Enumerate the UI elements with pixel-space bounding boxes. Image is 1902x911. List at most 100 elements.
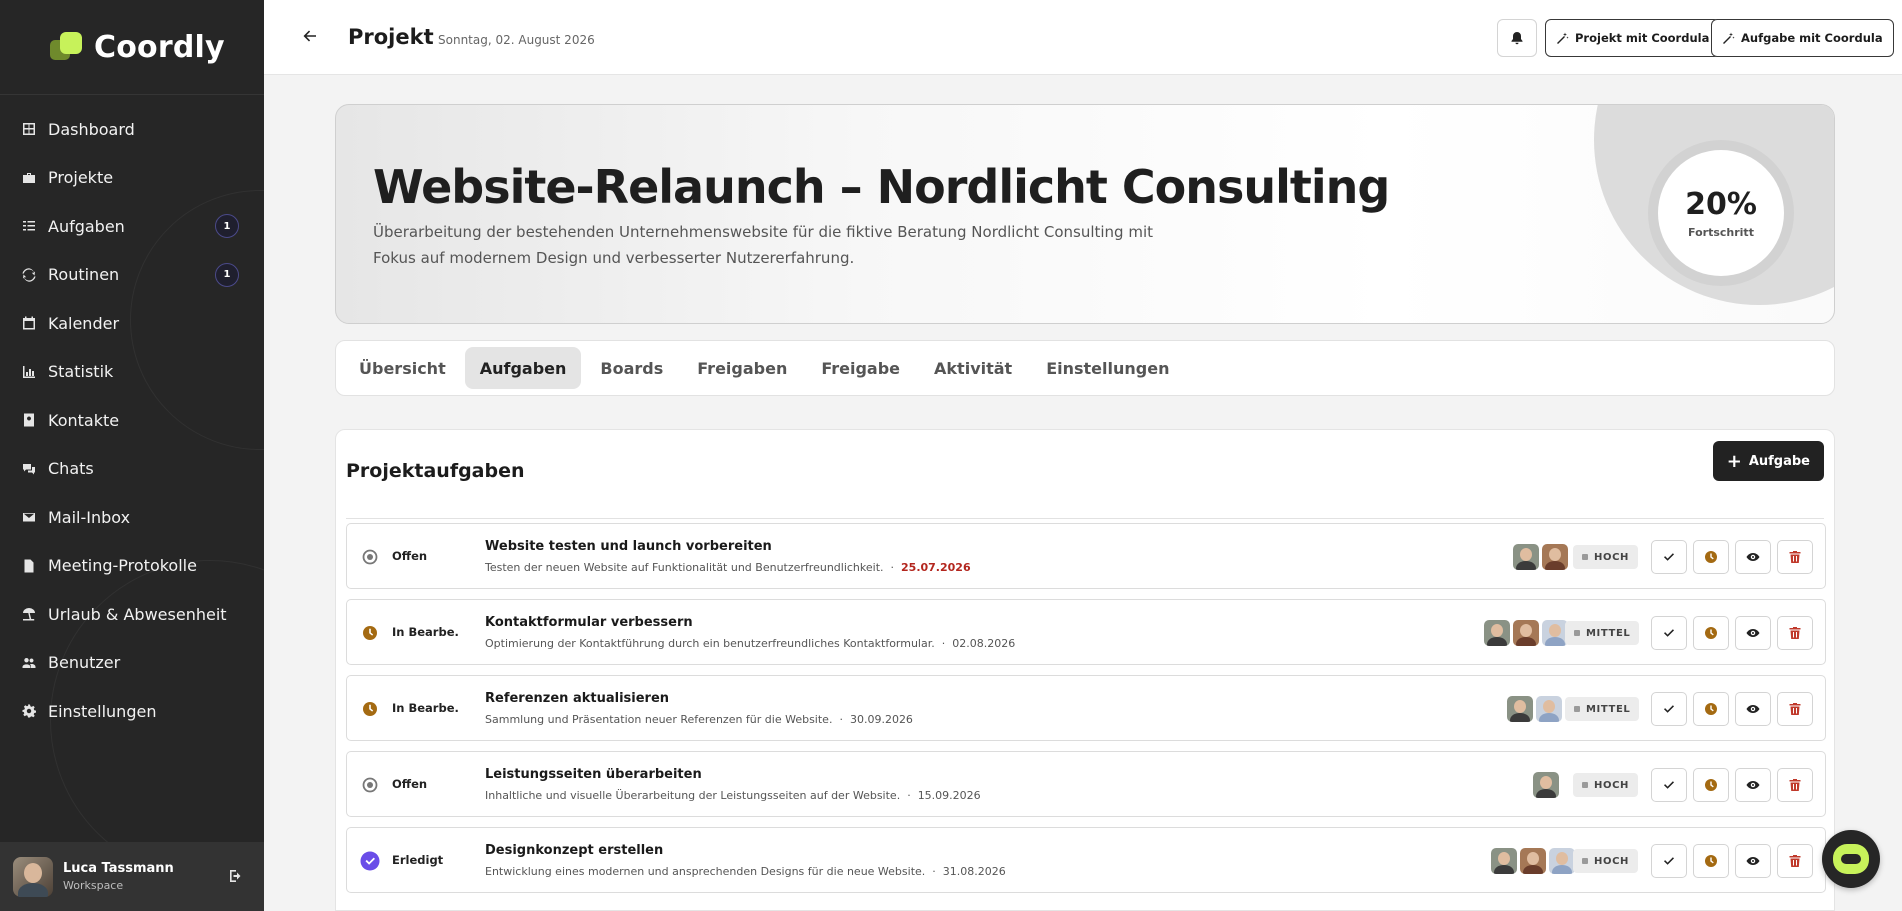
complete-task-button[interactable] [1651,616,1687,650]
sidebar-item-routinen[interactable]: Routinen 1 [0,251,264,300]
plus-icon: + [1726,450,1742,472]
eye-icon [1746,629,1760,637]
bell-icon [1511,32,1523,45]
assignee-avatars [1530,772,1559,798]
trash-icon [1789,627,1801,639]
task-status[interactable]: Offen [392,777,460,791]
task-title[interactable]: Kontaktformular verbessern [485,615,693,630]
task-row[interactable]: Erledigt Designkonzept erstellen Entwick… [346,827,1826,893]
task-description: Entwicklung eines modernen und anspreche… [485,865,1006,878]
tab-aufgaben[interactable]: Aufgaben [464,347,582,389]
in-progress-task-button[interactable] [1693,692,1729,726]
sidebar-item-einstellungen[interactable]: Einstellungen [0,687,264,736]
complete-task-button[interactable] [1651,540,1687,574]
delete-task-button[interactable] [1777,692,1813,726]
tab-uebersicht[interactable]: Übersicht [344,347,461,389]
grid-icon [22,122,36,136]
notifications-button[interactable] [1497,19,1537,57]
magic-wand-icon [1557,32,1569,44]
project-hero: Website-Relaunch – Nordlicht Consulting … [335,104,1835,324]
status-open-icon [362,549,378,565]
in-progress-task-button[interactable] [1693,844,1729,878]
users-icon [22,656,36,670]
view-task-button[interactable] [1735,692,1771,726]
task-row[interactable]: Offen Website testen und launch vorberei… [346,523,1826,589]
task-row[interactable]: In Bearbe... Referenzen aktualisieren Sa… [346,675,1826,741]
sidebar-item-kontakte[interactable]: Kontakte [0,396,264,445]
back-arrow-icon[interactable] [300,26,320,46]
check-icon [1664,781,1674,789]
user-workspace: Workspace [63,879,124,892]
sidebar-item-urlaub[interactable]: Urlaub & Abwesenheit [0,590,264,639]
complete-task-button[interactable] [1651,768,1687,802]
in-progress-task-button[interactable] [1693,768,1729,802]
divider [346,518,1824,519]
delete-task-button[interactable] [1777,616,1813,650]
priority-badge: MITTEL [1565,621,1640,645]
task-status[interactable]: Offen [392,549,460,563]
view-task-button[interactable] [1735,616,1771,650]
task-status[interactable]: In Bearbe... [392,625,460,639]
logout-icon[interactable] [228,868,244,884]
eye-icon [1746,553,1760,561]
sidebar-item-meeting-protokolle[interactable]: Meeting-Protokolle [0,542,264,591]
avatar [1513,620,1539,646]
chat-bubbles-icon [22,462,36,476]
task-title[interactable]: Leistungsseiten überarbeiten [485,767,702,782]
in-progress-task-button[interactable] [1693,616,1729,650]
task-title[interactable]: Referenzen aktualisieren [485,691,669,706]
delete-task-button[interactable] [1777,540,1813,574]
tab-aktivitaet[interactable]: Aktivität [919,347,1027,389]
avatar [1533,772,1559,798]
task-status[interactable]: Erledigt [392,853,460,867]
tab-freigaben[interactable]: Freigaben [682,347,802,389]
status-in-progress-icon [363,626,377,640]
sidebar-item-aufgaben[interactable]: Aufgaben 1 [0,202,264,251]
task-row[interactable]: In Bearbe... Kontaktformular verbessern … [346,599,1826,665]
task-title[interactable]: Website testen und launch vorbereiten [485,539,772,554]
clock-icon [1705,855,1717,867]
sidebar-item-dashboard[interactable]: Dashboard [0,105,264,154]
tab-boards[interactable]: Boards [585,347,678,389]
project-with-coordula-button[interactable]: Projekt mit Coordula [1545,19,1721,57]
sidebar-item-chats[interactable]: Chats [0,445,264,494]
task-description: Inhaltliche und visuelle Überarbeitung d… [485,789,981,802]
tab-freigabe[interactable]: Freigabe [806,347,915,389]
chart-icon [22,365,36,379]
tab-einstellungen[interactable]: Einstellungen [1031,347,1184,389]
priority-badge: HOCH [1573,773,1638,797]
list-check-icon [22,219,36,233]
task-status[interactable]: In Bearbe... [392,701,460,715]
task-row[interactable]: Offen Leistungsseiten überarbeiten Inhal… [346,751,1826,817]
status-open-icon [362,777,378,793]
task-due-date-overdue: 25.07.2026 [901,561,971,574]
delete-task-button[interactable] [1777,768,1813,802]
document-icon [22,559,36,573]
sidebar-item-projekte[interactable]: Projekte [0,154,264,203]
sidebar-item-statistik[interactable]: Statistik [0,348,264,397]
button-label: Aufgabe mit Coordula [1741,31,1883,45]
task-with-coordula-button[interactable]: Aufgabe mit Coordula [1711,19,1894,57]
add-task-button[interactable]: + Aufgabe [1712,441,1824,481]
delete-task-button[interactable] [1777,844,1813,878]
sidebar: Coordly Dashboard Projekte Aufgaben 1 Ro… [0,0,264,911]
sidebar-item-kalender[interactable]: Kalender [0,299,264,348]
complete-task-button[interactable] [1651,844,1687,878]
chat-assistant-button[interactable] [1822,830,1880,888]
app-logo[interactable]: Coordly [0,0,264,95]
sidebar-item-mail-inbox[interactable]: Mail-Inbox [0,493,264,542]
view-task-button[interactable] [1735,844,1771,878]
sidebar-item-label: Urlaub & Abwesenheit [48,604,227,624]
view-task-button[interactable] [1735,768,1771,802]
task-title[interactable]: Designkonzept erstellen [485,843,663,858]
priority-badge: MITTEL [1565,697,1640,721]
eye-icon [1746,781,1760,789]
sidebar-item-benutzer[interactable]: Benutzer [0,639,264,688]
project-description: Überarbeitung der bestehenden Unternehme… [373,223,1154,267]
user-profile[interactable]: Luca Tassmann Workspace [0,842,264,911]
in-progress-task-button[interactable] [1693,540,1729,574]
complete-task-button[interactable] [1651,692,1687,726]
view-task-button[interactable] [1735,540,1771,574]
task-description: Testen der neuen Website auf Funktionali… [485,561,971,574]
assignee-avatars [1510,544,1568,570]
